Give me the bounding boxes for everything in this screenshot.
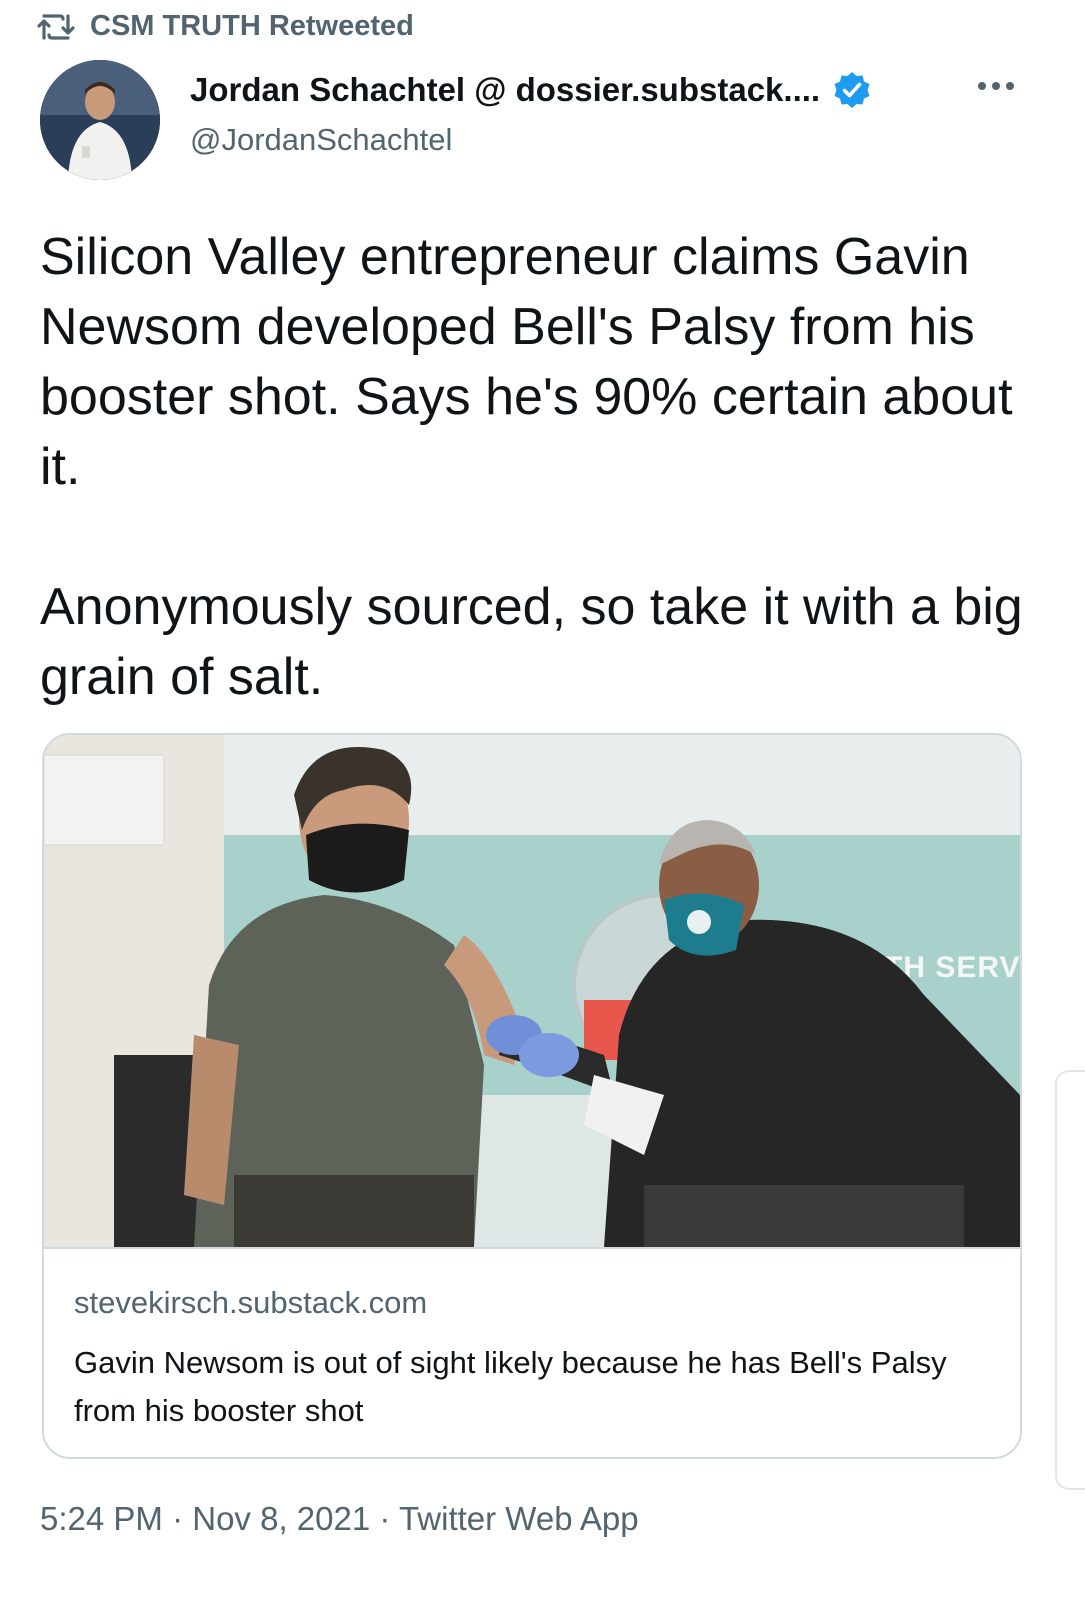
author-name[interactable]: Jordan Schachtel @ dossier.substack.... bbox=[190, 71, 820, 109]
scroll-edge bbox=[1055, 1070, 1085, 1490]
tweet-paragraph: Silicon Valley entrepreneur claims Gavin… bbox=[40, 228, 1013, 496]
meta-separator: · bbox=[162, 1500, 193, 1537]
retweet-icon bbox=[36, 12, 76, 42]
meta-separator: · bbox=[370, 1500, 399, 1537]
author-handle[interactable]: @JordanSchachtel bbox=[190, 122, 452, 158]
card-divider bbox=[44, 1247, 1020, 1249]
link-preview-image[interactable]: TH SERVICE bbox=[44, 735, 1020, 1247]
card-title[interactable]: Gavin Newsom is out of sight likely beca… bbox=[74, 1339, 1004, 1435]
tweet-paragraph: Anonymously sourced, so take it with a b… bbox=[40, 578, 1023, 706]
tweet-source[interactable]: Twitter Web App bbox=[399, 1500, 639, 1537]
more-options-icon[interactable] bbox=[978, 82, 1014, 90]
tweet-text: Silicon Valley entrepreneur claims Gavin… bbox=[40, 222, 1040, 712]
avatar[interactable] bbox=[40, 60, 160, 180]
tweet-meta: 5:24 PM · Nov 8, 2021 · Twitter Web App bbox=[40, 1500, 639, 1538]
tweet-page: CSM TRUTH Retweeted Jordan Schachtel @ d… bbox=[0, 0, 1085, 1600]
retweet-header[interactable]: CSM TRUTH Retweeted bbox=[36, 10, 414, 43]
card-domain[interactable]: stevekirsch.substack.com bbox=[74, 1285, 427, 1321]
tweet-date[interactable]: Nov 8, 2021 bbox=[192, 1500, 370, 1537]
tweet-time[interactable]: 5:24 PM bbox=[40, 1500, 163, 1537]
verified-badge-icon bbox=[832, 70, 872, 110]
link-preview-card[interactable]: TH SERVICE bbox=[42, 733, 1022, 1459]
author-name-row[interactable]: Jordan Schachtel @ dossier.substack.... bbox=[190, 70, 872, 110]
retweet-label: CSM TRUTH Retweeted bbox=[90, 10, 414, 42]
